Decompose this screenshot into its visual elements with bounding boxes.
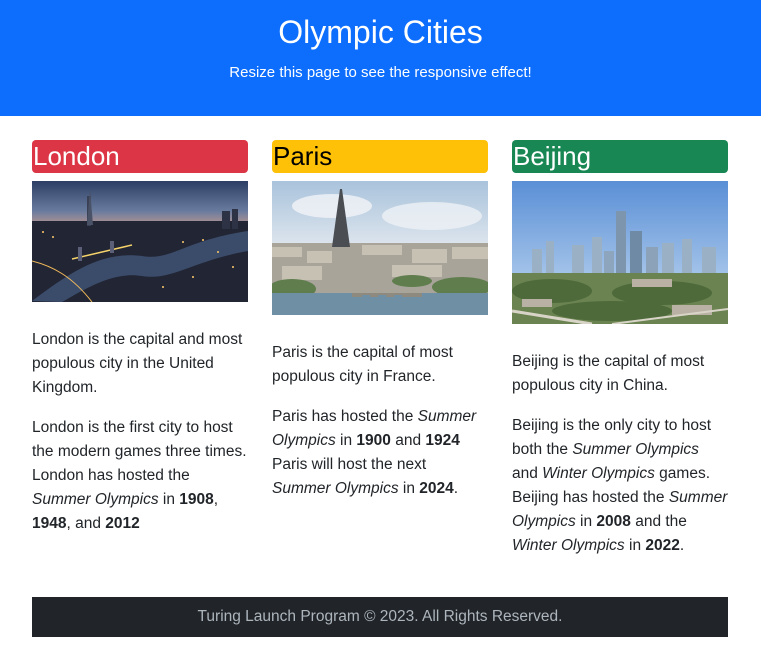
event-name: Winter Olympics bbox=[542, 465, 655, 482]
page-footer: Turing Launch Program © 2023. All Rights… bbox=[32, 597, 728, 637]
city-text-london: London is the capital and most populous … bbox=[32, 328, 248, 536]
text-span: Paris has hosted the bbox=[272, 408, 418, 425]
beijing-cityscape-photo bbox=[512, 181, 728, 324]
city-olympics-paris: Paris has hosted the Summer Olympics in … bbox=[272, 405, 488, 501]
year: 1900 bbox=[356, 432, 391, 449]
text-span: in bbox=[575, 513, 597, 530]
page-subtitle: Resize this page to see the responsive e… bbox=[229, 64, 532, 81]
event-name: Winter Olympics bbox=[512, 537, 625, 554]
text-span: in bbox=[158, 491, 180, 508]
london-skyline-photo bbox=[32, 181, 248, 302]
event-name: Summer Olympics bbox=[272, 480, 399, 497]
year: 1908 bbox=[179, 491, 214, 508]
text-span: and the bbox=[630, 513, 687, 530]
city-desc-paris: Paris is the capital of most populous ci… bbox=[272, 344, 453, 385]
city-text-paris: Paris is the capital of most populous ci… bbox=[272, 341, 488, 501]
text-span: . bbox=[453, 480, 459, 497]
city-desc-london: London is the capital and most populous … bbox=[32, 331, 243, 396]
year: 1948 bbox=[32, 515, 67, 532]
text-span: , and bbox=[66, 515, 106, 532]
page-title: Olympic Cities bbox=[278, 14, 483, 50]
city-olympics-beijing: Beijing is the only city to host both th… bbox=[512, 414, 728, 558]
text-span: and bbox=[390, 432, 426, 449]
city-card-beijing: Beijing Beijing is the capital of most p… bbox=[512, 140, 728, 554]
text-span: and bbox=[512, 465, 543, 482]
city-title-paris: Paris bbox=[272, 140, 488, 173]
text-span: London is the first city to host the mod… bbox=[32, 419, 247, 484]
city-card-london: London London is the capital and most po… bbox=[32, 140, 248, 532]
city-desc-beijing: Beijing is the capital of most populous … bbox=[512, 353, 705, 394]
text-span: Paris will host the next bbox=[272, 456, 427, 473]
city-text-beijing: Beijing is the capital of most populous … bbox=[512, 350, 728, 558]
text-span: in bbox=[624, 537, 646, 554]
text-span: in bbox=[335, 432, 357, 449]
paris-eiffel-tower-photo bbox=[272, 181, 488, 315]
page-header: Olympic Cities Resize this page to see t… bbox=[0, 0, 761, 116]
text-span: , bbox=[213, 491, 219, 508]
text-span: in bbox=[398, 480, 420, 497]
event-name: Summer Olympics bbox=[572, 441, 699, 458]
year: 2008 bbox=[596, 513, 631, 530]
event-name: Summer Olympics bbox=[32, 491, 159, 508]
city-title-london: London bbox=[32, 140, 248, 173]
city-olympics-london: London is the first city to host the mod… bbox=[32, 416, 248, 536]
city-card-paris: Paris Paris is the capital of most popul… bbox=[272, 140, 488, 497]
year: 2024 bbox=[419, 480, 454, 497]
year: 1924 bbox=[425, 432, 460, 449]
text-span: . bbox=[679, 537, 685, 554]
city-title-beijing: Beijing bbox=[512, 140, 728, 173]
year: 2022 bbox=[645, 537, 680, 554]
year: 2012 bbox=[105, 515, 140, 532]
